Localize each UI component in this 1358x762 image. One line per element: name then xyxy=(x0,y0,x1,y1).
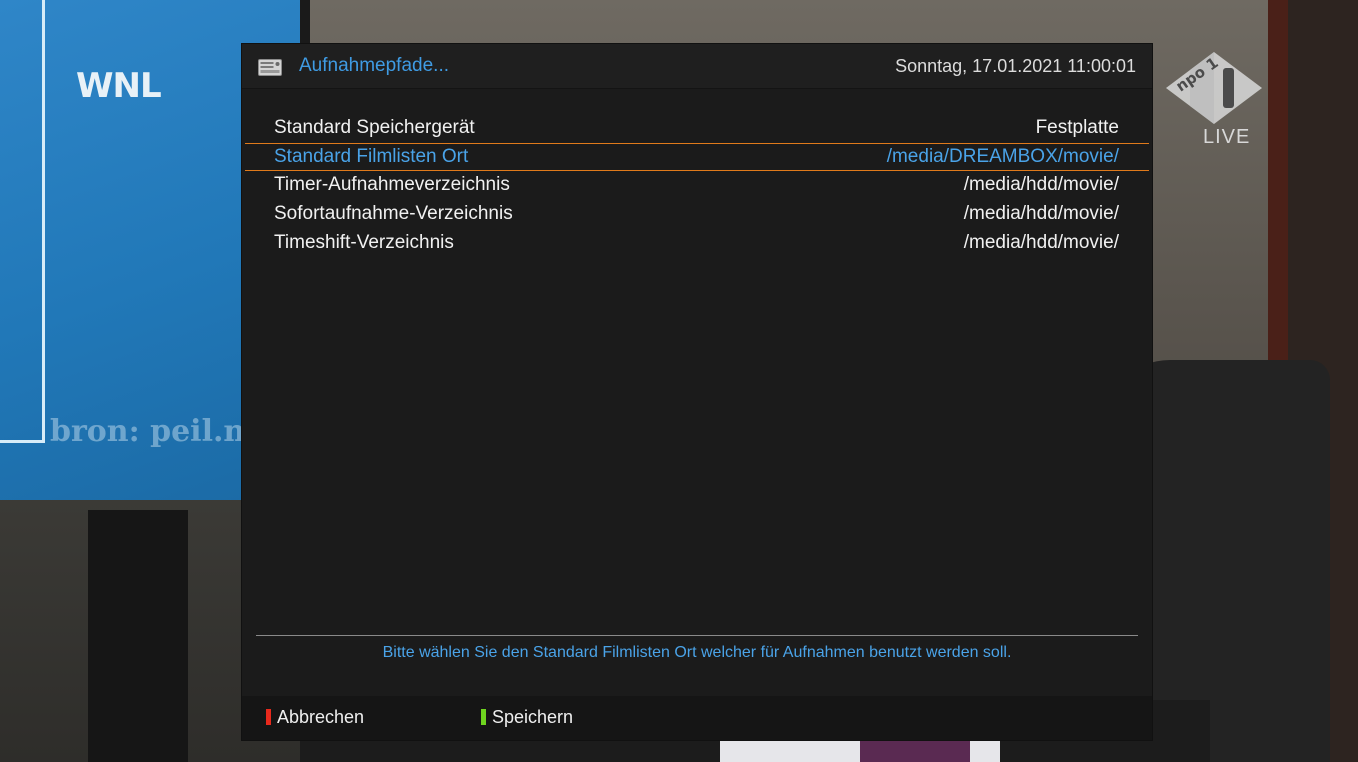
recording-paths-dialog: Aufnahmepfade... Sonntag, 17.01.2021 11:… xyxy=(242,44,1152,740)
setting-row-timer-recording-directory[interactable]: Timer-Aufnahmeverzeichnis /media/hdd/mov… xyxy=(245,171,1149,200)
green-key-icon xyxy=(481,709,486,725)
screen-frame-line xyxy=(0,0,45,443)
setting-value: /media/hdd/movie/ xyxy=(963,203,1119,225)
npo-live-label: LIVE xyxy=(1203,126,1251,148)
cancel-button-label: Abbrechen xyxy=(277,707,365,727)
help-separator xyxy=(256,635,1138,636)
setting-row-timeshift-directory[interactable]: Timeshift-Verzeichnis /media/hdd/movie/ xyxy=(245,229,1149,258)
cancel-button[interactable]: Abbrechen xyxy=(266,707,364,727)
setting-label: Timer-Aufnahmeverzeichnis xyxy=(274,174,510,196)
setting-label: Standard Speichergerät xyxy=(274,117,475,138)
setting-row-standard-storage-device[interactable]: Standard Speichergerät Festplatte xyxy=(245,114,1149,143)
setting-label: Standard Filmlisten Ort xyxy=(274,145,469,167)
help-text: Bitte wählen Sie den Standard Filmlisten… xyxy=(382,644,1012,661)
save-button[interactable]: Speichern xyxy=(481,707,573,727)
button-bar: Abbrechen Speichern xyxy=(242,696,1152,740)
dialog-title: Aufnahmepfade... xyxy=(299,55,449,76)
screen-caption: bron: peil.n xyxy=(50,414,246,449)
datetime-display: Sonntag, 17.01.2021 11:00:01 xyxy=(895,56,1136,76)
setting-value: /media/hdd/movie/ xyxy=(963,174,1119,196)
wnl-logo: WNL xyxy=(76,66,162,106)
setting-label: Sofortaufnahme-Verzeichnis xyxy=(274,203,513,225)
settings-list: Standard Speichergerät Festplatte Standa… xyxy=(245,114,1149,257)
screen-stand xyxy=(88,510,188,762)
harddisk-icon xyxy=(258,59,282,76)
save-button-label: Speichern xyxy=(492,707,574,727)
setting-label: Timeshift-Verzeichnis xyxy=(274,231,454,253)
setting-row-instant-recording-directory[interactable]: Sofortaufnahme-Verzeichnis /media/hdd/mo… xyxy=(245,200,1149,229)
setting-value: /media/DREAMBOX/movie/ xyxy=(886,145,1119,167)
setting-value: /media/hdd/movie/ xyxy=(963,231,1119,253)
setting-value: Festplatte xyxy=(1035,117,1119,138)
red-key-icon xyxy=(266,709,271,725)
setting-row-standard-movie-list-location[interactable]: Standard Filmlisten Ort /media/DREAMBOX/… xyxy=(245,142,1149,172)
dialog-titlebar: Aufnahmepfade... Sonntag, 17.01.2021 11:… xyxy=(242,44,1152,89)
